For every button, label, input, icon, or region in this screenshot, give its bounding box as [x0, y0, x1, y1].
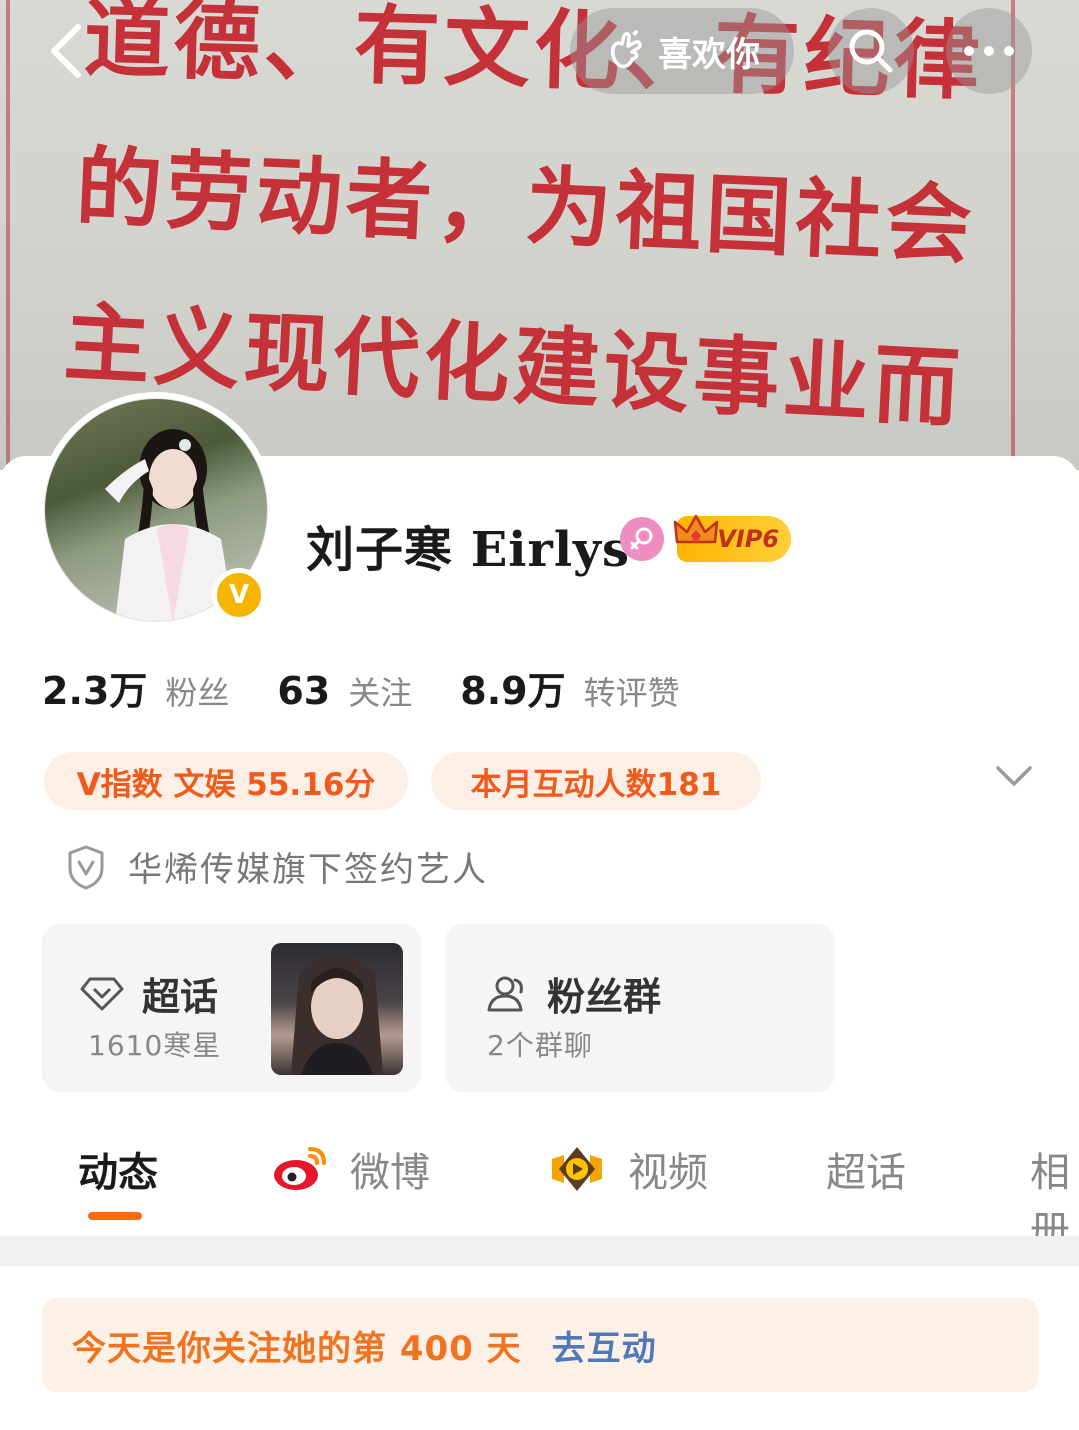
group-users-icon [487, 976, 523, 1011]
verification-text: 华烯传媒旗下签约艺人 [128, 850, 488, 890]
shield-v-icon [68, 845, 104, 889]
back-button[interactable] [36, 14, 96, 88]
v-index-pill[interactable]: V指数 文娱 55.16分 [44, 752, 408, 810]
tab-label: 动态 [78, 1150, 158, 1196]
fan-group-subtitle: 2个群聊 [487, 1029, 593, 1062]
verified-v-badge: V [212, 568, 266, 622]
stat-value: 2.3万 [42, 669, 148, 713]
tab-label: 微博 [350, 1150, 430, 1196]
super-topic-title: 超话 [142, 975, 219, 1019]
stat-label: 关注 [348, 674, 413, 712]
vip-level-badge[interactable]: VIP6 [673, 514, 791, 562]
section-divider [0, 1236, 1079, 1266]
cover-slogan-line-2: 的劳动者，为祖国社会 [73, 136, 978, 277]
stat-reposts-comments-likes[interactable]: 8.9万 转评赞 [460, 660, 679, 715]
like-you-button[interactable]: 喜欢你 [570, 8, 794, 94]
chevron-down-icon[interactable] [994, 762, 1034, 792]
profile-name: 刘子寒 Eirlys [306, 522, 630, 578]
super-topic-thumbnail [271, 943, 403, 1075]
fan-group-title-row: 粉丝群 [483, 966, 661, 1021]
profile-stats: 2.3万 粉丝 63 关注 8.9万 转评赞 [42, 660, 728, 715]
female-icon [620, 517, 664, 561]
video-play-icon [552, 1147, 602, 1191]
tab-label: 视频 [628, 1150, 708, 1196]
super-topic-title-row: 超话 [80, 966, 218, 1021]
stat-following[interactable]: 63 关注 [277, 668, 412, 714]
tab-dynamic[interactable]: 动态 [78, 1140, 158, 1198]
cover-border-left [6, 0, 10, 470]
stat-value: 8.9万 [460, 669, 566, 713]
monthly-interactions-pill[interactable]: 本月互动人数181 [431, 752, 761, 810]
more-button[interactable] [946, 8, 1032, 94]
like-you-label: 喜欢你 [658, 34, 760, 75]
search-icon [849, 29, 893, 73]
tab-super-topic[interactable]: 超话 [826, 1140, 906, 1198]
crown-icon [673, 514, 719, 544]
fan-group-title: 粉丝群 [547, 975, 662, 1019]
tab-label: 超话 [826, 1150, 906, 1196]
diamond-icon [80, 977, 124, 1010]
stat-label: 粉丝 [165, 674, 230, 712]
follow-anniversary-banner[interactable]: 今天是你关注她的第 400 天 去互动 [42, 1298, 1038, 1392]
chevron-left-icon [51, 24, 81, 78]
profile-tabs: 动态 微博 视频 超话 相册 [0, 1130, 1079, 1254]
tab-weibo[interactable]: 微博 [272, 1140, 430, 1198]
stat-followers[interactable]: 2.3万 粉丝 [42, 660, 229, 715]
more-dots-icon [964, 46, 1014, 56]
vip-label: VIP6 [717, 525, 779, 553]
super-topic-card[interactable]: 超话 1610寒星 [42, 924, 421, 1092]
follow-days-text: 今天是你关注她的第 400 天 [72, 1328, 522, 1369]
active-tab-indicator [88, 1212, 142, 1220]
fan-group-card[interactable]: 粉丝群 2个群聊 [445, 924, 835, 1092]
go-interact-link[interactable]: 去互动 [552, 1321, 657, 1370]
weibo-logo-icon [274, 1147, 326, 1190]
hand-heart-icon [610, 30, 642, 69]
super-topic-subtitle: 1610寒星 [88, 1029, 222, 1062]
search-button[interactable] [828, 8, 914, 94]
stat-label: 转评赞 [583, 674, 680, 712]
verification-info[interactable]: 华烯传媒旗下签约艺人 [66, 842, 488, 891]
tab-video[interactable]: 视频 [548, 1140, 708, 1198]
stat-value: 63 [277, 669, 331, 713]
